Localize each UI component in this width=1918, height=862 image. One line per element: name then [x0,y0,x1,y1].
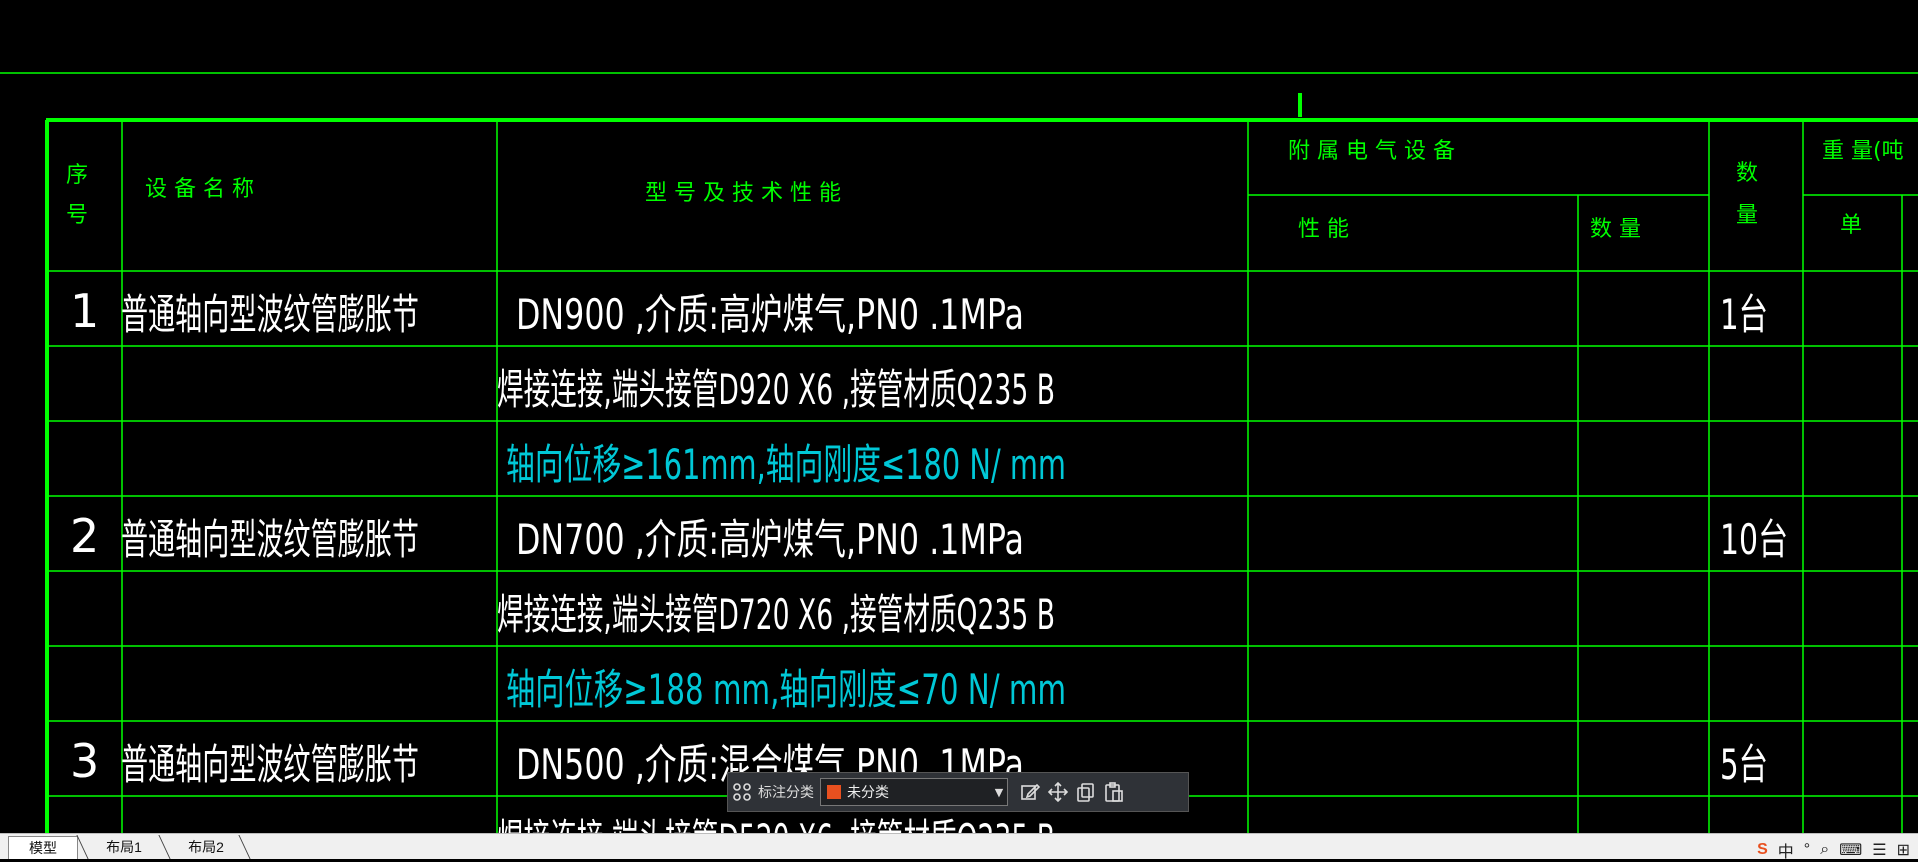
punctuation-icon[interactable]: ° [1804,841,1810,859]
tab-model[interactable]: 模型 [8,836,78,859]
layout-tab-bar: 模型 布局1 布局2 S 中 ° ⌕ ⌨ ☰ ⊞ [0,833,1918,862]
row-quantity: 10台 [1720,515,1788,564]
row-quantity: 5台 [1720,740,1768,789]
annotation-category-select[interactable]: 未分类 ▼ [820,778,1008,806]
ime-status-bar: S 中 ° ⌕ ⌨ ☰ ⊞ [1757,838,1910,862]
header-seq-top: 序 [66,163,88,188]
row-number: 3 [70,734,99,788]
row-model-spec: 焊接连接,端头接管D920 X6 ,接管材质Q235 B [497,365,1055,414]
category-selected-value: 未分类 [847,785,889,801]
row-number: 1 [70,284,99,338]
header-model-spec: 型 号 及 技 术 性 能 [645,181,841,206]
move-icon[interactable] [1044,778,1072,806]
cad-table-drawing: 序号设 备 名 称型 号 及 技 术 性 能附 属 电 气 设 备性 能数 量数… [0,72,1918,833]
row-model-spec: 轴向位移≥188 mm,轴向刚度≤70 N/ mm [506,665,1066,714]
tab-divider [238,835,251,859]
row-quantity: 1台 [1720,290,1768,339]
chevron-down-icon: ▼ [994,785,1004,799]
row-model-spec: DN900 ,介质:高炉煤气,PN0 .1MPa [516,290,1024,339]
row-number: 2 [70,509,99,563]
edit-icon[interactable] [1016,778,1044,806]
paste-icon[interactable] [1100,778,1128,806]
header-electrical-quantity: 数 量 [1590,217,1641,242]
row-equipment-name: 普通轴向型波纹管膨胀节 [121,290,419,339]
header-weight: 重 量(吨 [1822,139,1904,164]
header-weight-unit: 单 [1840,213,1862,238]
cad-drawing-canvas[interactable]: 序号设 备 名 称型 号 及 技 术 性 能附 属 电 气 设 备性 能数 量数… [0,0,1918,833]
voice-icon[interactable]: ⌕ [1820,841,1829,859]
header-quantity-bottom: 量 [1736,203,1758,228]
row-model-spec: 轴向位移≥161mm,轴向刚度≤180 N/ mm [506,440,1066,489]
row-equipment-name: 普通轴向型波纹管膨胀节 [121,740,419,789]
category-color-swatch [827,785,841,799]
sogou-logo-icon[interactable]: S [1757,841,1768,859]
row-equipment-name: 普通轴向型波纹管膨胀节 [121,515,419,564]
keyboard-icon[interactable]: ⌨ [1839,840,1862,860]
tab-divider [76,835,89,859]
header-electrical-equipment: 附 属 电 气 设 备 [1288,139,1455,164]
menu-icon[interactable]: ☰ [1872,840,1886,860]
header-equipment-name: 设 备 名 称 [145,177,254,202]
copy-icon[interactable] [1072,778,1100,806]
annotation-toolbar: 标注分类 未分类 ▼ [727,772,1189,812]
ime-mode-chinese[interactable]: 中 [1778,838,1794,862]
tab-divider [158,835,171,859]
row-model-spec: 焊接连接,端头接管D720 X6 ,接管材质Q235 B [497,590,1055,639]
annotation-category-label: 标注分类 [758,785,814,801]
row-model-spec: DN700 ,介质:高炉煤气,PN0 .1MPa [516,515,1024,564]
grid-apps-icon[interactable]: ⊞ [1897,840,1910,860]
tab-layout1[interactable]: 布局1 [90,836,158,858]
row-model-spec: 焊接连接,端头接管D520 X6 ,接管材质Q235 B [497,815,1055,833]
header-seq-bottom: 号 [66,203,88,228]
tab-layout2[interactable]: 布局2 [172,836,240,858]
header-quantity-top: 数 [1736,161,1758,186]
header-electrical-performance: 性 能 [1298,217,1349,242]
grid-icon[interactable] [728,778,756,806]
